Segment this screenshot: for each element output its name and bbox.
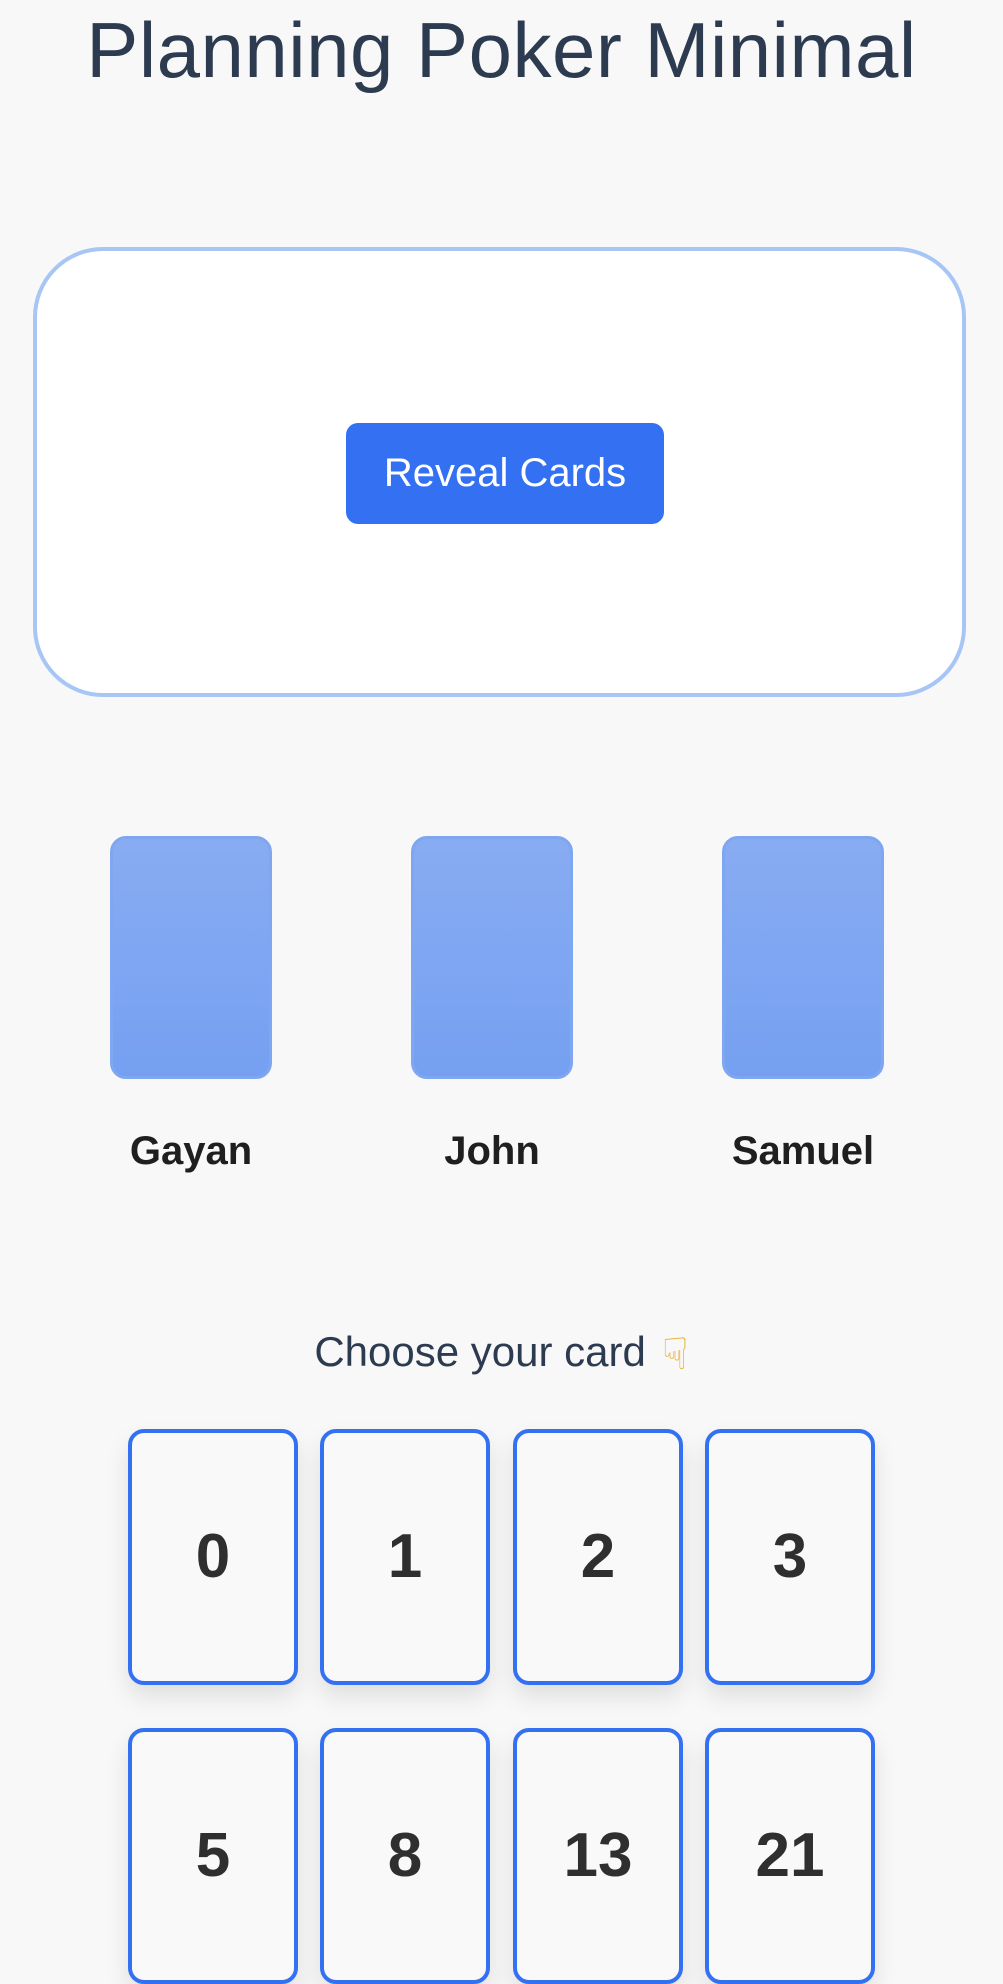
player-seat: John: [392, 836, 592, 1186]
page-title: Planning Poker Minimal: [86, 6, 917, 94]
vote-card-21[interactable]: 21: [705, 1728, 875, 1984]
choose-card-label: Choose your card: [314, 1328, 646, 1375]
vote-card-5[interactable]: 5: [128, 1728, 298, 1984]
player-seat: Samuel: [703, 836, 903, 1186]
player-name: John: [444, 1129, 540, 1173]
vote-card-2[interactable]: 2: [513, 1429, 683, 1685]
choose-card-prompt: Choose your card ☟: [0, 1322, 1003, 1385]
player-name: Gayan: [129, 1129, 253, 1173]
poker-table: Reveal Cards: [33, 247, 966, 697]
face-down-card: [411, 836, 573, 1079]
player-seat: Gayan: [91, 836, 291, 1186]
vote-card-1[interactable]: 1: [320, 1429, 490, 1685]
vote-card-3[interactable]: 3: [705, 1429, 875, 1685]
face-down-card: [722, 836, 884, 1079]
vote-card-13[interactable]: 13: [513, 1728, 683, 1984]
pointing-down-hand-icon: ☟: [661, 1329, 689, 1379]
reveal-cards-button[interactable]: Reveal Cards: [346, 423, 664, 524]
vote-card-8[interactable]: 8: [320, 1728, 490, 1984]
vote-card-0[interactable]: 0: [128, 1429, 298, 1685]
player-name: Samuel: [731, 1129, 875, 1173]
face-down-card: [110, 836, 272, 1079]
